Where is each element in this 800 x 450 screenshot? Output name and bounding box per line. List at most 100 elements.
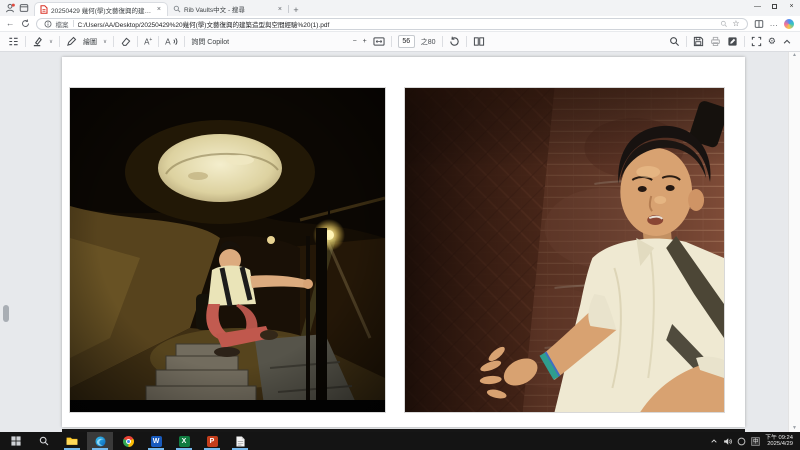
draw-pen-icon[interactable] (66, 36, 77, 47)
close-button[interactable]: × (783, 0, 800, 13)
chrome-icon (123, 436, 134, 447)
split-screen-icon[interactable] (754, 19, 764, 29)
highlighter-icon[interactable] (32, 36, 43, 47)
page-view-icon[interactable] (473, 36, 485, 47)
taskbar-excel[interactable]: X (171, 432, 197, 450)
taskbar-search-button[interactable] (31, 432, 57, 450)
divider (59, 36, 60, 47)
windows-logo-icon (11, 436, 21, 446)
toolbar-zoom-page-group: − + 之80 (353, 35, 485, 48)
url-text: C:/Users/AA/Desktop/20250429%20幾何(學)文藝復興… (78, 19, 717, 29)
system-tray: 中 下午 09:24 2025/4/29 (710, 435, 797, 448)
copilot-icon[interactable] (784, 19, 794, 29)
search-icon (173, 5, 181, 13)
divider (113, 36, 114, 47)
window-controls: — × (749, 0, 800, 13)
toolbar-right-group: ⚙ (669, 36, 792, 47)
divider (442, 36, 443, 47)
start-button[interactable] (3, 432, 29, 450)
document-icon (236, 436, 245, 447)
divider (466, 36, 467, 47)
divider (73, 20, 74, 27)
print-icon[interactable] (710, 36, 721, 47)
toolbar-left-group: ∨ 繪圖 ∨ A+ A 詢問 Copilot (8, 36, 229, 47)
search-document-icon[interactable] (669, 36, 680, 47)
word-icon: W (151, 436, 162, 447)
edge-browser-window: 20250429 幾何(學)文藝復興的建築造型與空間經驗 × Rib Vault… (0, 0, 800, 450)
tab-pdf[interactable]: 20250429 幾何(學)文藝復興的建築造型與空間經驗 × (34, 2, 168, 16)
page-number-input[interactable] (398, 35, 415, 48)
clock-date: 2025/4/29 (765, 441, 793, 448)
tray-status-icon[interactable] (737, 437, 746, 446)
divider (137, 36, 138, 47)
chevron-down-icon[interactable]: ∨ (49, 39, 53, 45)
tunnel-photo-image (70, 88, 385, 412)
zoom-in-icon[interactable]: + (363, 38, 367, 45)
bookmark-star-icon[interactable]: ☆ (732, 19, 739, 28)
profile-icon[interactable] (5, 3, 15, 13)
scrollbar-thumb[interactable] (3, 305, 9, 322)
info-icon[interactable] (44, 20, 52, 28)
more-menu-icon[interactable]: … (770, 19, 779, 28)
file-explorer-icon (66, 436, 78, 446)
pdf-viewer: ▲ ▼ (0, 52, 800, 432)
taskbar-word[interactable]: W (143, 432, 169, 450)
brick-wall-photo-image (405, 88, 724, 412)
taskbar-chrome[interactable] (115, 432, 141, 450)
fit-to-width-icon[interactable] (373, 36, 385, 47)
ask-copilot-button[interactable]: 詢問 Copilot (191, 37, 229, 47)
settings-gear-icon[interactable]: ⚙ (768, 37, 776, 46)
taskbar-powerpoint[interactable]: P (199, 432, 225, 450)
divider (686, 36, 687, 47)
scroll-up-arrow[interactable]: ▲ (792, 53, 797, 58)
pdf-document-icon (40, 5, 48, 14)
page-total-label: 之80 (421, 37, 436, 47)
tab-close-icon[interactable]: × (277, 6, 283, 13)
search-icon (39, 436, 49, 446)
divider (391, 36, 392, 47)
ime-indicator[interactable]: 中 (751, 437, 760, 446)
powerpoint-icon: P (207, 436, 218, 447)
taskbar-edge[interactable] (87, 432, 113, 450)
browser-corner-controls (4, 0, 34, 16)
vertical-scrollbar[interactable]: ▲ ▼ (788, 52, 800, 432)
address-bar-row: ← 檔案 C:/Users/AA/Desktop/20250429%20幾何(學… (0, 16, 800, 32)
taskbar-clock[interactable]: 下午 09:24 2025/4/29 (765, 435, 793, 448)
refresh-icon[interactable] (21, 19, 30, 28)
edge-icon (95, 436, 106, 447)
workspaces-icon[interactable] (19, 3, 29, 13)
taskbar-file-explorer[interactable] (59, 432, 85, 450)
zoom-out-icon[interactable]: − (353, 38, 357, 45)
scroll-down-arrow[interactable]: ▼ (792, 426, 797, 431)
eraser-icon[interactable] (120, 36, 131, 47)
brick-wall-photo (405, 88, 724, 412)
tunnel-photo (70, 88, 385, 412)
divider (158, 36, 159, 47)
tab-strip: 20250429 幾何(學)文藝復興的建築造型與空間經驗 × Rib Vault… (0, 0, 800, 16)
minimize-button[interactable]: — (749, 0, 766, 13)
excel-icon: X (179, 436, 190, 447)
tray-expand-chevron-icon[interactable] (710, 437, 718, 445)
read-aloud-icon[interactable]: A (165, 36, 178, 47)
tab-title: Rib Vaults中文 - 搜尋 (184, 4, 274, 14)
chevron-down-icon[interactable]: ∨ (103, 39, 107, 45)
file-scheme-label: 檔案 (56, 19, 69, 29)
fullscreen-icon[interactable] (751, 36, 762, 47)
tab-search[interactable]: Rib Vaults中文 - 搜尋 × (168, 2, 288, 16)
restore-button[interactable] (766, 0, 783, 13)
back-button[interactable]: ← (6, 19, 15, 28)
draw-label[interactable]: 繪圖 (83, 37, 97, 47)
reader-icon[interactable] (720, 20, 728, 28)
rotate-icon[interactable] (449, 36, 460, 47)
tab-close-icon[interactable]: × (156, 6, 162, 13)
new-tab-button[interactable]: + (289, 5, 303, 15)
edit-signature-icon[interactable] (727, 36, 738, 47)
add-text-icon[interactable]: A+ (144, 37, 152, 47)
taskbar-document-app[interactable] (227, 432, 253, 450)
table-of-contents-icon[interactable] (8, 36, 19, 47)
address-input[interactable]: 檔案 C:/Users/AA/Desktop/20250429%20幾何(學)文… (36, 18, 748, 30)
hide-toolbar-chevron-icon[interactable] (782, 37, 792, 47)
save-icon[interactable] (693, 36, 704, 47)
volume-icon[interactable] (723, 437, 732, 446)
restore-icon (772, 4, 777, 9)
